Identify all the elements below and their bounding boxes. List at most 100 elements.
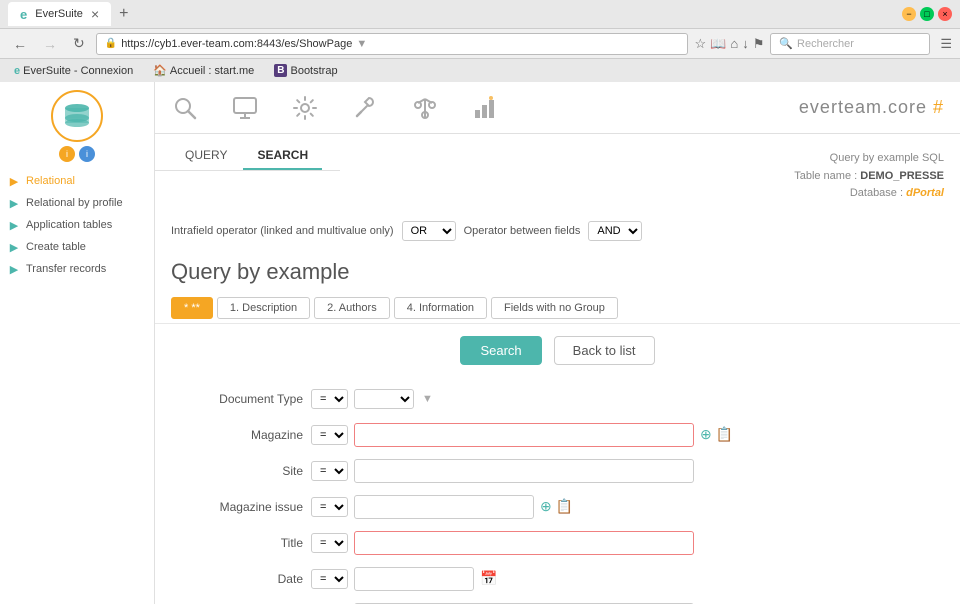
document-type-op[interactable]: = xyxy=(311,389,348,409)
title-input[interactable] xyxy=(354,531,694,555)
magazine-input[interactable] xyxy=(354,423,694,447)
toolbar-tools[interactable] xyxy=(351,94,379,122)
title-label: Title xyxy=(171,536,311,550)
bookmark-eversuite[interactable]: e EverSuite - Connexion xyxy=(8,63,139,79)
toolbar-monitor[interactable] xyxy=(231,94,259,122)
url-bar[interactable]: 🔒 https://cyb1.ever-team.com:8443/es/Sho… xyxy=(96,33,689,55)
document-type-value-select[interactable] xyxy=(354,389,414,409)
tab-pills-row: * ** 1. Description 2. Authors 4. Inform… xyxy=(155,293,960,324)
reader-icon[interactable]: 📖 xyxy=(710,36,726,52)
date-icons: 📅 xyxy=(480,570,497,587)
sidebar-logo xyxy=(51,90,103,142)
sidebar-item-relational-label: Relational xyxy=(26,175,75,187)
site-label: Site xyxy=(171,464,311,478)
refresh-button[interactable]: ↻ xyxy=(68,33,90,54)
sidebar-item-application-tables-label: Application tables xyxy=(26,219,112,231)
between-fields-label: Operator between fields xyxy=(464,225,581,237)
forward-nav-button[interactable]: → xyxy=(38,34,62,54)
tab-pill-all[interactable]: * ** xyxy=(171,297,213,319)
tab-search[interactable]: SEARCH xyxy=(243,142,322,170)
sidebar-status-icons: i i xyxy=(59,146,95,162)
sidebar-item-create-table[interactable]: ▶ Create table xyxy=(0,236,154,258)
main-content: QUERY SEARCH Query by example SQL Table … xyxy=(155,134,960,604)
magazine-issue-input[interactable] xyxy=(354,495,534,519)
tab-close-button[interactable]: × xyxy=(91,6,99,22)
sidebar-item-relational-by-profile-label: Relational by profile xyxy=(26,197,123,209)
tab-query[interactable]: QUERY xyxy=(171,142,241,170)
table-info: Table name : DEMO_PRESSE xyxy=(794,168,944,186)
between-fields-select[interactable]: AND OR xyxy=(588,221,642,241)
sidebar-item-transfer-records[interactable]: ▶ Transfer records xyxy=(0,258,154,280)
bookmark-accueil[interactable]: 🏠 Accueil : start.me xyxy=(147,62,260,79)
toolbar-settings[interactable] xyxy=(291,94,319,122)
magazine-icons: ⊕ 📋 xyxy=(700,426,733,443)
window-controls: − □ × xyxy=(902,7,952,21)
tab-title: EverSuite xyxy=(35,8,83,20)
bookmark-bootstrap[interactable]: B Bootstrap xyxy=(268,62,343,79)
date-calendar-icon[interactable]: 📅 xyxy=(480,570,497,587)
right-info-panel: Query by example SQL Table name : DEMO_P… xyxy=(778,142,960,211)
download-icon[interactable]: ↓ xyxy=(742,36,749,51)
maximize-button[interactable]: □ xyxy=(920,7,934,21)
table-value: DEMO_PRESSE xyxy=(860,170,944,182)
form-fields: Document Type = ▼ Magazine = ⊕ 📋 xyxy=(155,377,960,604)
toolbar-chart[interactable] xyxy=(471,94,499,122)
browser-tab[interactable]: e EverSuite × xyxy=(8,2,111,26)
db-info: Database : dPortal xyxy=(794,185,944,203)
flag-icon[interactable]: ⚑ xyxy=(753,36,765,52)
magazine-issue-list-icon[interactable]: 📋 xyxy=(556,498,573,515)
field-keywords-row: Keywords = 📋 xyxy=(155,597,960,604)
sidebar-item-relational-by-profile[interactable]: ▶ Relational by profile xyxy=(0,192,154,214)
minimize-button[interactable]: − xyxy=(902,7,916,21)
bookmark-star-icon[interactable]: ☆ xyxy=(694,36,706,52)
address-bar: ← → ↻ 🔒 https://cyb1.ever-team.com:8443/… xyxy=(0,28,960,58)
magazine-issue-op[interactable]: = xyxy=(311,497,348,517)
tab-pill-description[interactable]: 1. Description xyxy=(217,297,310,319)
search-placeholder: Rechercher xyxy=(797,38,854,50)
toolbar-search[interactable] xyxy=(171,94,199,122)
sidebar-item-application-tables[interactable]: ▶ Application tables xyxy=(0,214,154,236)
browser-search-bar[interactable]: 🔍 Rechercher xyxy=(770,33,930,55)
sidebar-item-create-table-label: Create table xyxy=(26,241,86,253)
date-input[interactable] xyxy=(354,567,474,591)
address-bar-icons: ☆ 📖 ⌂ ↓ ⚑ xyxy=(694,36,764,52)
bookmarks-bar: e EverSuite - Connexion 🏠 Accueil : star… xyxy=(0,58,960,82)
magazine-issue-icons: ⊕ 📋 xyxy=(540,498,573,515)
document-type-dropdown-arrow[interactable]: ▼ xyxy=(422,393,433,405)
url-text: https://cyb1.ever-team.com:8443/es/ShowP… xyxy=(121,38,352,50)
date-op[interactable]: = xyxy=(311,569,348,589)
toolbar-fork[interactable] xyxy=(411,94,439,122)
field-magazine-issue-row: Magazine issue = ⊕ 📋 xyxy=(155,489,960,525)
tab-pill-information[interactable]: 4. Information xyxy=(394,297,487,319)
field-date-row: Date = 📅 xyxy=(155,561,960,597)
home-icon[interactable]: ⌂ xyxy=(730,36,738,51)
bookmark-eversuite-label: EverSuite - Connexion xyxy=(23,65,133,77)
close-button[interactable]: × xyxy=(938,7,952,21)
site-op[interactable]: = xyxy=(311,461,348,481)
action-buttons-row: Search Back to list xyxy=(155,324,960,377)
sidebar-item-transfer-records-label: Transfer records xyxy=(26,263,106,275)
sidebar-item-relational[interactable]: ▶ Relational xyxy=(0,170,154,192)
magazine-issue-add-icon[interactable]: ⊕ xyxy=(540,498,552,515)
sidebar-nav: ▶ Relational ▶ Relational by profile ▶ A… xyxy=(0,170,154,280)
magazine-list-icon[interactable]: 📋 xyxy=(716,426,733,443)
tab-pill-authors[interactable]: 2. Authors xyxy=(314,297,390,319)
title-op[interactable]: = xyxy=(311,533,348,553)
magazine-add-icon[interactable]: ⊕ xyxy=(700,426,712,443)
brand-name: everteam.core # xyxy=(799,97,944,118)
magazine-op[interactable]: = xyxy=(311,425,348,445)
field-magazine-row: Magazine = ⊕ 📋 xyxy=(155,417,960,453)
menu-icon[interactable]: ☰ xyxy=(940,36,952,52)
back-nav-button[interactable]: ← xyxy=(8,34,32,54)
sidebar-blue-icon[interactable]: i xyxy=(79,146,95,162)
sql-label: Query by example SQL xyxy=(794,150,944,168)
tab-pill-fields-no-group[interactable]: Fields with no Group xyxy=(491,297,618,319)
new-tab-button[interactable]: + xyxy=(119,5,128,23)
back-to-list-button[interactable]: Back to list xyxy=(554,336,655,365)
sidebar-orange-icon[interactable]: i xyxy=(59,146,75,162)
infield-operator-select[interactable]: OR AND xyxy=(402,221,456,241)
title-bar: e EverSuite × + − □ × xyxy=(0,0,960,28)
search-button[interactable]: Search xyxy=(460,336,541,365)
site-input[interactable] xyxy=(354,459,694,483)
date-label: Date xyxy=(171,572,311,586)
